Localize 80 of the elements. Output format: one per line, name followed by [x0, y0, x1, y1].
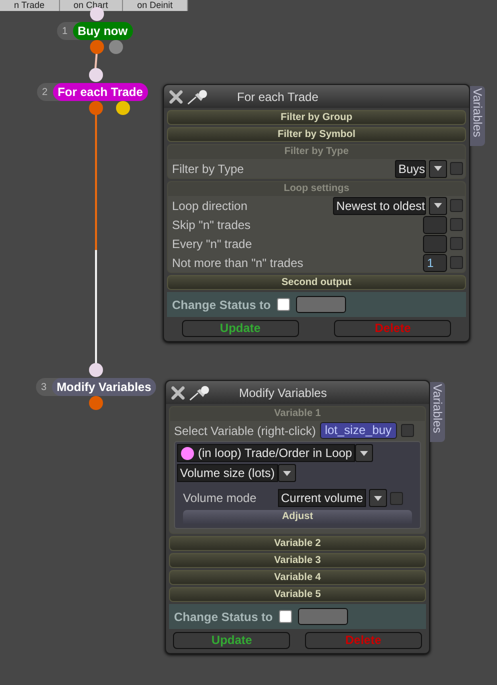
output-port-icon[interactable]	[89, 101, 103, 115]
adjust-button[interactable]: Adjust	[183, 510, 412, 524]
section-header[interactable]: Variable 5	[169, 587, 426, 602]
section-header[interactable]: Variable 4	[169, 570, 426, 585]
dropdown-arrow-button[interactable]	[429, 196, 447, 214]
pin-icon[interactable]	[187, 88, 209, 104]
source-dropdown[interactable]: (in loop) Trade/Order in Loop	[177, 444, 356, 462]
node-label: Buy now	[72, 22, 133, 40]
close-icon[interactable]	[171, 386, 185, 400]
section-header[interactable]: Filter by Symbol	[167, 127, 466, 142]
number-field[interactable]	[423, 234, 447, 252]
input-port-icon[interactable]	[89, 68, 103, 82]
event-tab[interactable]: on Deinit	[123, 0, 188, 11]
output-port-icon[interactable]	[109, 40, 123, 54]
checkbox[interactable]	[450, 162, 463, 175]
dropdown-field[interactable]: Buys	[395, 160, 426, 178]
input-port-icon[interactable]	[90, 7, 104, 21]
event-tab[interactable]: on Chart	[60, 0, 124, 11]
caret-icon	[360, 450, 368, 456]
output-port-icon[interactable]	[89, 396, 103, 410]
variable-field[interactable]: lot_size_buy	[320, 422, 397, 439]
row-label: Skip "n" trades	[171, 216, 252, 234]
event-tab[interactable]: n Trade	[0, 0, 60, 11]
section-header[interactable]: Variable 3	[169, 553, 426, 568]
window-title: For each Trade	[237, 88, 318, 106]
row-label: Select Variable (right-click)	[173, 422, 316, 440]
checkbox[interactable]	[450, 218, 463, 231]
status-field[interactable]	[296, 296, 346, 313]
node-number: 3	[40, 380, 48, 394]
checkbox[interactable]	[450, 256, 463, 269]
node-label: For each Trade	[52, 83, 148, 101]
output-port-icon[interactable]	[90, 40, 104, 54]
status-label: Change Status to	[174, 608, 273, 626]
checkbox[interactable]	[390, 492, 404, 504]
status-field[interactable]	[298, 608, 348, 625]
dropdown-arrow-button[interactable]	[429, 160, 447, 178]
row-label: Filter by Type	[171, 160, 245, 178]
checkbox[interactable]	[276, 298, 290, 311]
dropdown-arrow-button[interactable]	[355, 444, 374, 462]
dropdown-arrow-button[interactable]	[369, 489, 388, 507]
row-label: Volume mode	[183, 490, 258, 507]
status-label: Change Status to	[172, 296, 271, 314]
input-port-icon[interactable]	[89, 363, 103, 377]
output-port-icon[interactable]	[116, 101, 130, 115]
checkbox[interactable]	[278, 610, 292, 623]
pin-icon[interactable]	[189, 384, 211, 400]
flow-node[interactable]: 2 For each Trade	[37, 83, 148, 101]
section-header[interactable]: Variable 2	[169, 536, 426, 551]
node-label: Modify Variables	[52, 378, 156, 396]
dropdown-field[interactable]: Current volume	[278, 489, 366, 507]
dropdown-field[interactable]: Newest to oldest	[333, 196, 426, 214]
flow-node[interactable]: 1 Buy now	[57, 22, 133, 40]
group-title: Variable 1	[170, 407, 425, 421]
caret-icon	[374, 496, 382, 500]
row-label: Every "n" trade	[171, 236, 253, 252]
variables-side-tab[interactable]: Variables	[470, 86, 485, 146]
number-field[interactable]	[423, 216, 447, 234]
dropdown-field[interactable]: Volume size (lots)	[177, 464, 278, 482]
variables-side-tab[interactable]: Variables	[430, 382, 445, 442]
caret-icon	[434, 203, 442, 208]
row-label: Loop direction	[171, 198, 248, 214]
node-number: 2	[41, 86, 49, 100]
update-button[interactable]: Update	[182, 320, 299, 337]
caret-icon	[282, 470, 291, 476]
caret-icon	[434, 166, 442, 171]
group-title: Loop settings	[168, 182, 465, 196]
row-label: Not more than "n" trades	[171, 254, 304, 272]
close-icon[interactable]	[169, 90, 183, 104]
checkbox[interactable]	[400, 424, 414, 437]
update-button[interactable]: Update	[173, 632, 290, 649]
window-title: Modify Variables	[239, 384, 327, 402]
node-number: 1	[61, 24, 69, 38]
flow-node[interactable]: 3 Modify Variables	[36, 378, 156, 396]
number-field[interactable]: 1	[423, 254, 447, 272]
checkbox[interactable]	[450, 237, 463, 250]
section-header[interactable]: Filter by Group	[167, 110, 466, 125]
dropdown-arrow-button[interactable]	[278, 464, 296, 482]
group-title: Filter by Type	[168, 145, 465, 159]
section-header[interactable]: Second output	[167, 275, 466, 290]
checkbox[interactable]	[450, 199, 463, 212]
